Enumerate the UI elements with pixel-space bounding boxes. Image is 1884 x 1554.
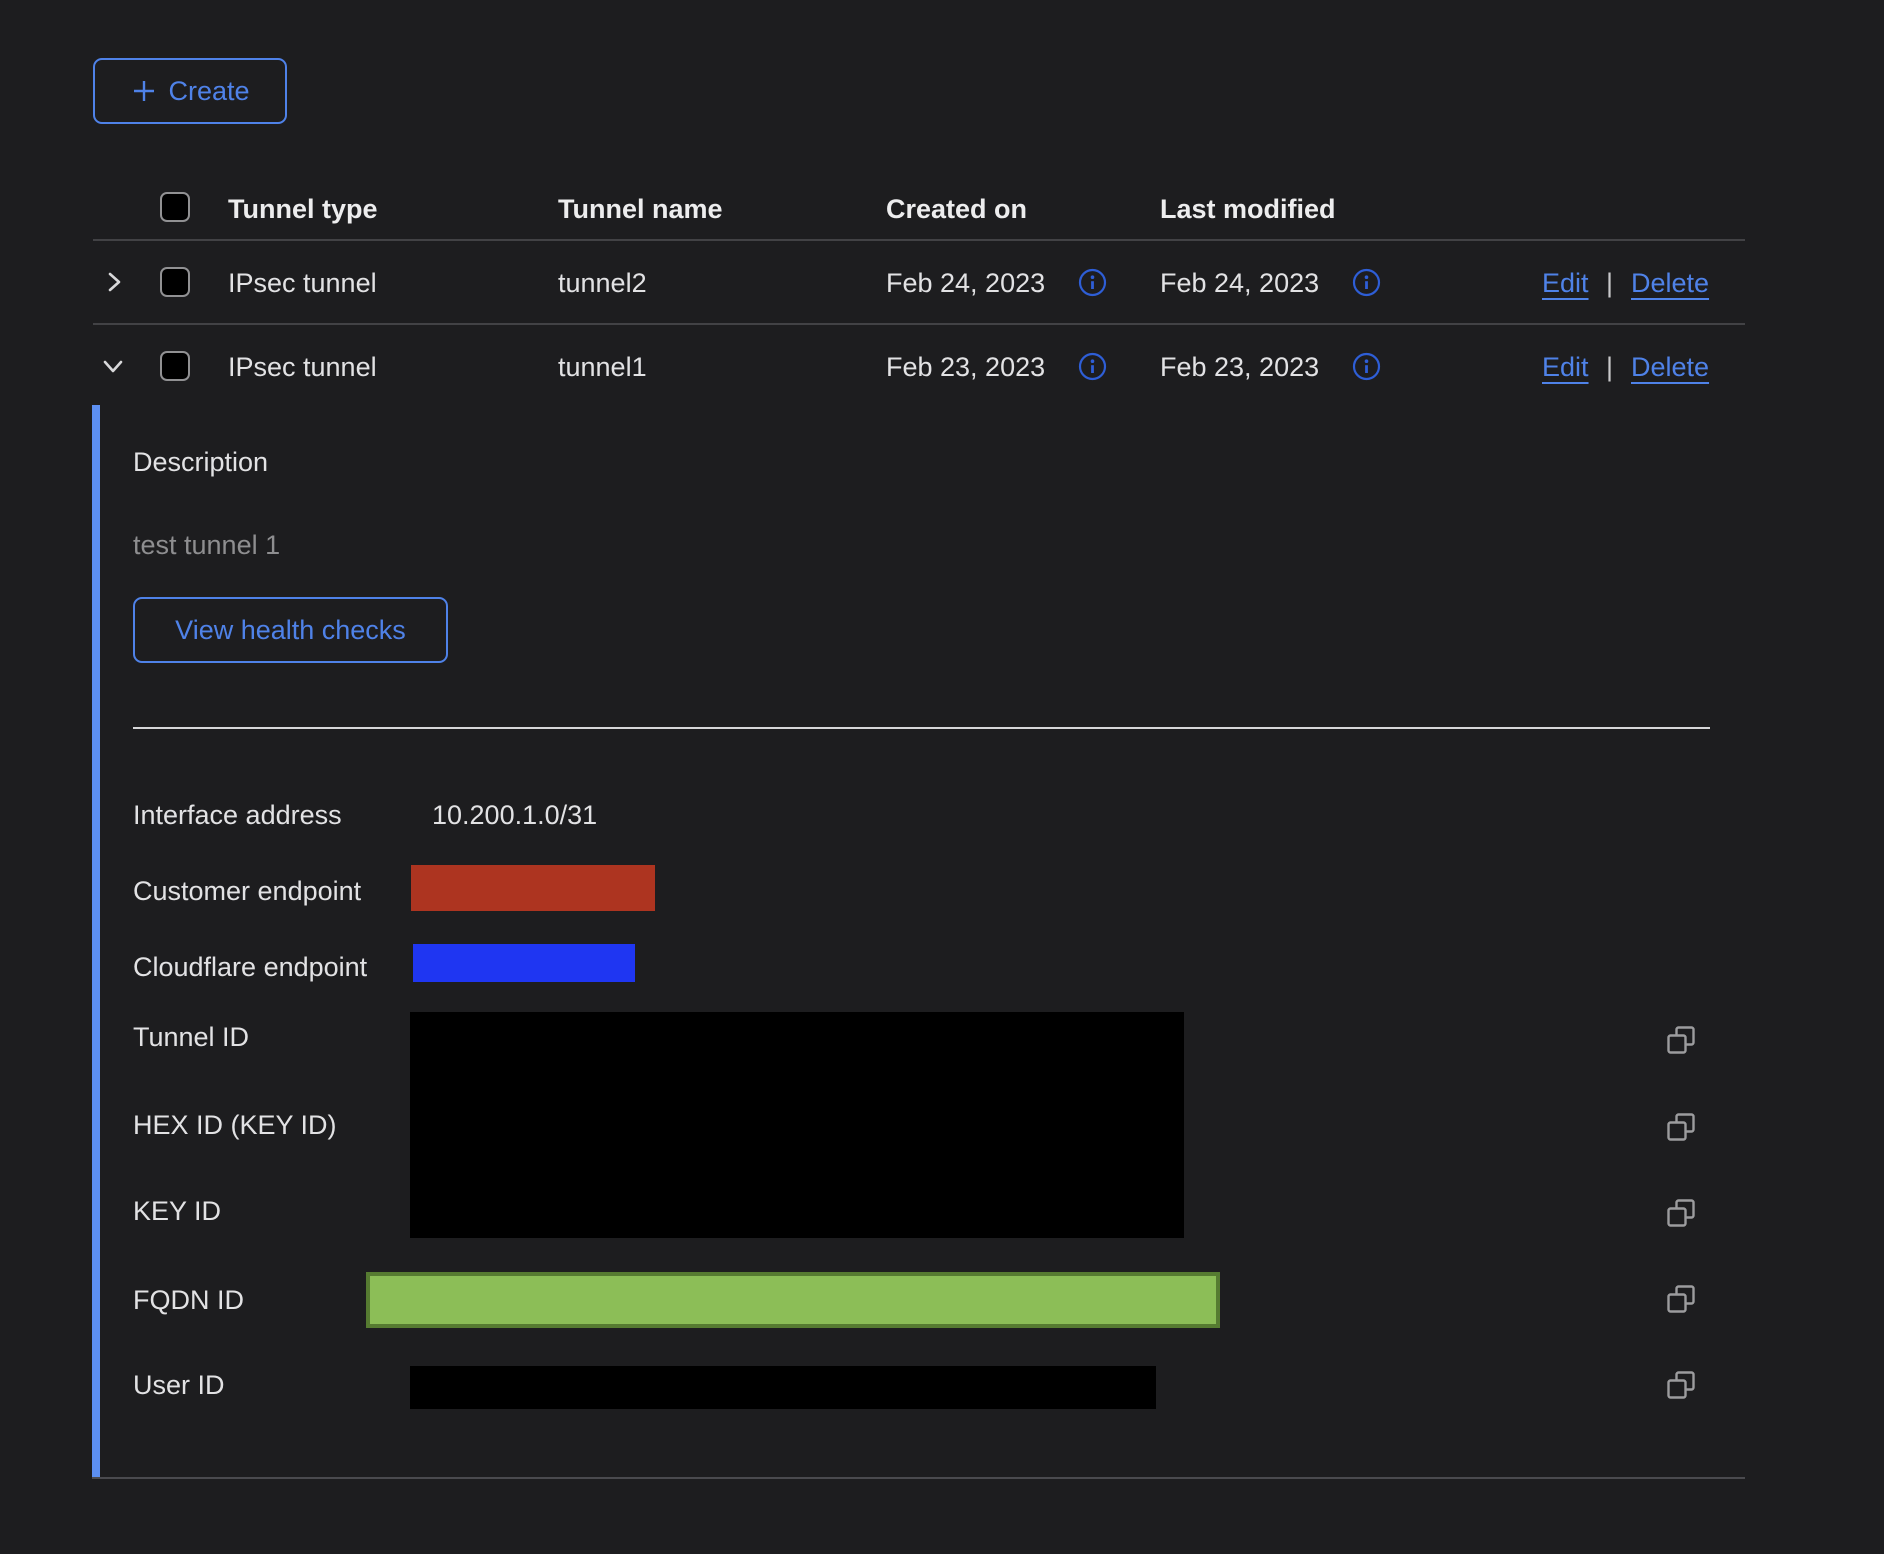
redacted-value-fqdn-id — [366, 1272, 1220, 1328]
edit-link[interactable]: Edit — [1542, 268, 1589, 299]
copy-icon[interactable] — [1666, 1198, 1697, 1229]
delete-link[interactable]: Delete — [1631, 268, 1709, 299]
column-header-last-modified: Last modified — [1160, 194, 1336, 225]
description-label: Description — [133, 447, 268, 477]
copy-icon[interactable] — [1666, 1112, 1697, 1143]
tunnels-page: Create Tunnel type Tunnel name Created o… — [0, 0, 1884, 1554]
details-divider — [133, 727, 1710, 729]
info-icon-glyph — [1352, 352, 1381, 381]
actions-separator: | — [1606, 352, 1613, 383]
field-label-tunnel-id: Tunnel ID — [133, 1022, 249, 1052]
column-header-created-on: Created on — [886, 194, 1027, 225]
info-icon-glyph — [1352, 268, 1381, 297]
chevron-right-icon — [100, 268, 128, 296]
plus-icon — [130, 77, 158, 105]
field-label-user-id: User ID — [133, 1370, 225, 1400]
redacted-value-cloudflare-endpoint — [413, 944, 635, 982]
create-button-label: Create — [168, 76, 249, 107]
row-divider — [93, 323, 1745, 325]
column-header-tunnel-type: Tunnel type — [228, 194, 378, 225]
view-health-checks-label: View health checks — [175, 615, 406, 646]
redacted-value-customer-endpoint — [411, 865, 655, 911]
row-checkbox[interactable] — [160, 267, 190, 297]
view-health-checks-button[interactable]: View health checks — [133, 597, 448, 663]
copy-icon[interactable] — [1666, 1284, 1697, 1315]
tunnel-name-cell: tunnel1 — [558, 352, 647, 382]
expand-row-button[interactable] — [100, 268, 128, 296]
panel-bottom-divider — [92, 1477, 1745, 1479]
header-divider — [93, 239, 1745, 241]
info-icon-glyph — [1078, 268, 1107, 297]
tunnel-type-cell: IPsec tunnel — [228, 268, 377, 298]
actions-separator: | — [1606, 268, 1613, 299]
chevron-down-icon — [98, 352, 128, 380]
created-on-cell: Feb 23, 2023 — [886, 352, 1045, 382]
description-value: test tunnel 1 — [133, 530, 280, 560]
field-label-key-id: KEY ID — [133, 1196, 221, 1226]
info-icon[interactable] — [1352, 268, 1381, 297]
field-label-fqdn-id: FQDN ID — [133, 1285, 244, 1315]
collapse-row-button[interactable] — [98, 352, 128, 380]
copy-icon[interactable] — [1666, 1370, 1697, 1401]
field-label-customer-endpoint: Customer endpoint — [133, 876, 361, 906]
column-header-tunnel-name: Tunnel name — [558, 194, 723, 225]
field-label-interface-address: Interface address — [133, 800, 342, 830]
tunnel-name-cell: tunnel2 — [558, 268, 647, 298]
copy-icon-glyph — [1666, 1284, 1697, 1315]
row-checkbox[interactable] — [160, 351, 190, 381]
info-icon[interactable] — [1078, 352, 1107, 381]
select-all-checkbox[interactable] — [160, 192, 190, 222]
last-modified-cell: Feb 24, 2023 — [1160, 268, 1319, 298]
copy-icon-glyph — [1666, 1198, 1697, 1229]
field-value-interface-address: 10.200.1.0/31 — [432, 800, 597, 830]
redacted-value-id-group — [410, 1012, 1184, 1238]
delete-link[interactable]: Delete — [1631, 352, 1709, 383]
info-icon-glyph — [1078, 352, 1107, 381]
expanded-panel-accent-bar — [92, 405, 100, 1477]
edit-link[interactable]: Edit — [1542, 352, 1589, 383]
last-modified-cell: Feb 23, 2023 — [1160, 352, 1319, 382]
field-label-hex-id: HEX ID (KEY ID) — [133, 1110, 337, 1140]
info-icon[interactable] — [1352, 352, 1381, 381]
copy-icon-glyph — [1666, 1370, 1697, 1401]
tunnel-type-cell: IPsec tunnel — [228, 352, 377, 382]
copy-icon-glyph — [1666, 1025, 1697, 1056]
field-label-cloudflare-endpoint: Cloudflare endpoint — [133, 952, 367, 982]
redacted-value-user-id — [410, 1366, 1156, 1409]
info-icon[interactable] — [1078, 268, 1107, 297]
copy-icon-glyph — [1666, 1112, 1697, 1143]
create-button[interactable]: Create — [93, 58, 287, 124]
copy-icon[interactable] — [1666, 1025, 1697, 1056]
created-on-cell: Feb 24, 2023 — [886, 268, 1045, 298]
